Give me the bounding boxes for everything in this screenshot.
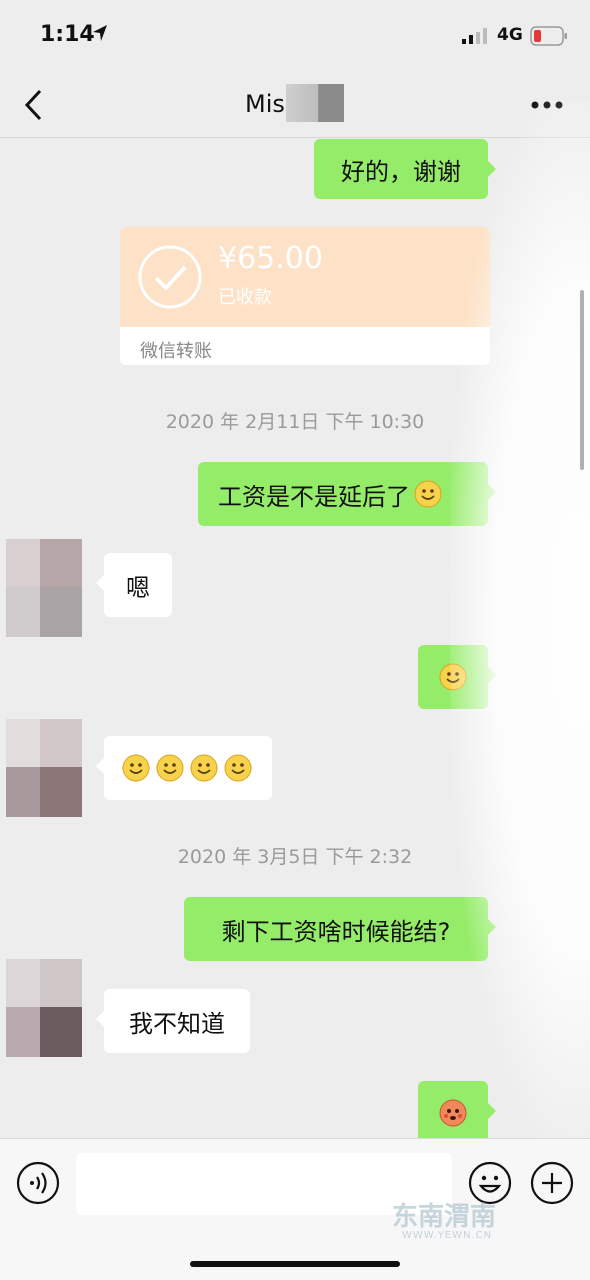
message-sent[interactable]: [418, 1081, 496, 1138]
message-sent[interactable]: [418, 645, 496, 709]
transfer-label: 微信转账: [140, 341, 212, 362]
smile-emoji-icon: [156, 754, 184, 782]
smile-emoji-icon: [439, 663, 467, 691]
avatar[interactable]: [6, 959, 82, 1057]
watermark-text: 东南渭南: [392, 1202, 497, 1232]
message-received[interactable]: 我不知道: [96, 989, 250, 1053]
blushing-emoji-icon: [439, 1099, 467, 1127]
status-time: 1:14: [40, 22, 95, 47]
message-list[interactable]: 好的，谢谢 ¥65.00 已收款 微信转账 2020 年 2月11日 下午 10…: [0, 139, 590, 1138]
location-arrow-icon: [93, 25, 107, 41]
message-text: 剩下工资啥时候能结?: [221, 917, 451, 946]
received-check-icon: [138, 245, 202, 309]
battery-icon: [530, 26, 567, 46]
status-bar: 1:14 4G: [0, 0, 590, 72]
message-text: 我不知道: [129, 1009, 225, 1038]
chat-header: Mis: [0, 72, 590, 138]
message-sent[interactable]: 好的，谢谢: [314, 139, 496, 199]
transfer-status: 已收款: [218, 287, 272, 308]
transfer-amount: ¥65.00: [218, 241, 323, 276]
more-icon[interactable]: [530, 100, 564, 110]
smile-emoji-icon: [190, 754, 218, 782]
transfer-card[interactable]: ¥65.00 已收款 微信转账: [120, 227, 490, 365]
avatar[interactable]: [6, 719, 82, 817]
watermark-logo: 东南渭南 WWW.YEWN.CN: [392, 1196, 550, 1252]
censored-name-block: [286, 84, 344, 122]
message-sent[interactable]: 剩下工资啥时候能结?: [184, 897, 496, 961]
signal-icon: [462, 28, 487, 44]
watermark-url: WWW.YEWN.CN: [402, 1230, 493, 1241]
message-received[interactable]: [96, 736, 272, 800]
network-type: 4G: [497, 25, 523, 45]
message-received[interactable]: 嗯: [96, 553, 172, 617]
home-indicator[interactable]: [190, 1261, 400, 1267]
timestamp: 2020 年 2月11日 下午 10:30: [165, 411, 425, 433]
message-text: 嗯: [126, 573, 150, 602]
smile-emoji-icon: [414, 480, 442, 508]
smile-emoji-icon: [122, 754, 150, 782]
timestamp: 2020 年 3月5日 下午 2:32: [177, 846, 413, 868]
smile-emoji-icon: [224, 754, 252, 782]
message-text: 工资是不是延后了: [218, 482, 410, 511]
voice-icon[interactable]: [16, 1161, 60, 1205]
chat-title-text: Mis: [245, 90, 285, 118]
message-sent[interactable]: 工资是不是延后了: [198, 462, 496, 526]
scrollbar[interactable]: [580, 290, 584, 470]
avatar[interactable]: [6, 539, 82, 637]
message-text: 好的，谢谢: [341, 157, 461, 186]
